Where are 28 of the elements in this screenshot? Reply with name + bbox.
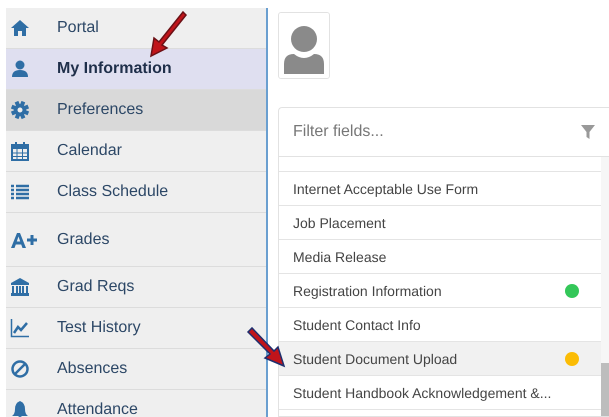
field-row[interactable]: Student Handbook Acknowledgement &... xyxy=(279,376,601,410)
sidebar-item[interactable]: My Information xyxy=(6,49,266,90)
calendar-icon xyxy=(10,141,30,161)
sidebar-item[interactable]: Class Schedule xyxy=(6,172,266,213)
field-row[interactable]: Job Placement xyxy=(279,206,601,240)
field-row[interactable]: Registration Information xyxy=(279,274,601,308)
home-icon xyxy=(10,18,30,38)
gear-icon xyxy=(10,100,30,120)
avatar-icon xyxy=(278,12,330,79)
person-icon xyxy=(10,59,30,79)
field-row[interactable]: Media Release xyxy=(279,240,601,274)
bell-icon xyxy=(10,400,30,417)
filter-field[interactable]: Filter fields... xyxy=(293,121,581,143)
bank-icon xyxy=(10,277,30,297)
field-row[interactable]: Internet Acceptable Use Form xyxy=(279,172,601,206)
sidebar-item[interactable]: Attendance xyxy=(6,390,266,417)
sidebar-item[interactable]: Calendar xyxy=(6,131,266,172)
field-row[interactable]: Student Document Upload xyxy=(279,342,601,376)
sidebar-item[interactable]: Preferences xyxy=(6,90,266,131)
filter-icon[interactable] xyxy=(581,125,595,139)
sidebar-item[interactable]: Absences xyxy=(6,349,266,390)
scrollbar[interactable] xyxy=(601,157,609,416)
sidebar-item[interactable]: Grades xyxy=(6,213,266,267)
arrow xyxy=(244,326,288,370)
prohibited-icon xyxy=(10,359,30,379)
line-chart-icon xyxy=(10,318,30,338)
sidebar-item[interactable]: Grad Reqs xyxy=(6,267,266,308)
list-icon xyxy=(10,182,30,202)
